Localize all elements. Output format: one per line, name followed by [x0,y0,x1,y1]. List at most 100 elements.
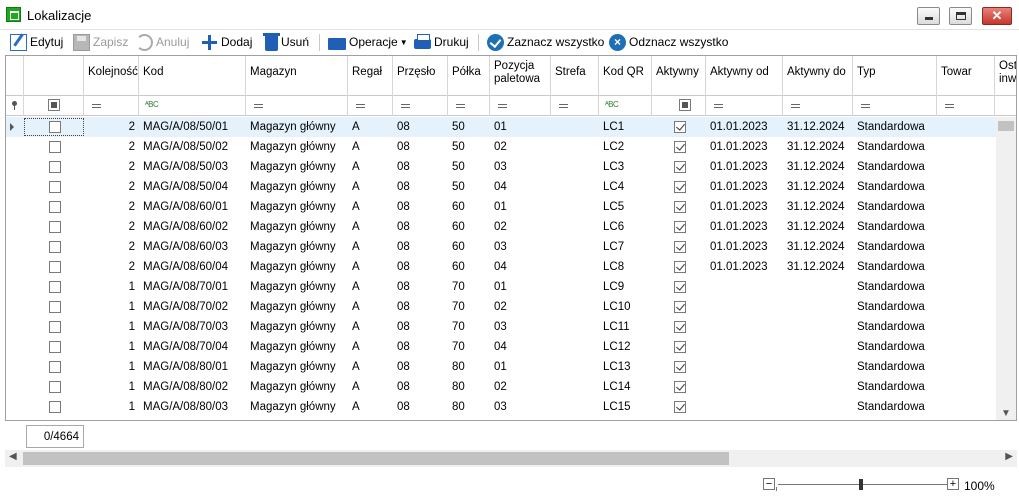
table-row[interactable]: 1 MAG/A/08/70/02 Magazyn główny A 08 70 02 LC10… [6,297,996,317]
filter-rack[interactable] [348,96,393,116]
zoom-out-button[interactable]: − [763,478,775,490]
table-row[interactable]: 2 MAG/A/08/60/04 Magazyn główny A 08 60 04 LC8 0… [6,257,996,277]
filter-pin-cell[interactable] [6,96,24,116]
table-row[interactable]: 1 MAG/A/08/70/04 Magazyn główny A 08 70 04 LC12… [6,337,996,357]
scroll-down-arrow-icon[interactable]: ▼ [1001,408,1011,419]
filter-order[interactable] [84,96,139,116]
table-row[interactable]: 2 MAG/A/08/50/03 Magazyn główny A 08 50 03 LC3 0… [6,157,996,177]
filter-last-inventory[interactable] [995,96,1016,116]
row-select-checkbox[interactable] [49,281,61,293]
filter-active-from[interactable] [706,96,783,116]
active-checkbox[interactable] [674,181,686,193]
row-select-checkbox[interactable] [49,241,61,253]
table-row[interactable]: 2 MAG/A/08/60/03 Magazyn główny A 08 60 03 LC7 0… [6,237,996,257]
active-checkbox[interactable] [674,201,686,213]
table-row[interactable]: 1 MAG/A/08/80/02 Magazyn główny A 08 80 02 LC14… [6,377,996,397]
table-row[interactable]: 1 MAG/A/08/70/03 Magazyn główny A 08 70 03 LC11… [6,317,996,337]
zoom-in-button[interactable]: + [947,478,959,490]
column-header-active-to[interactable]: Aktywny do [783,56,853,96]
row-select-checkbox[interactable] [49,221,61,233]
filter-active-to[interactable] [783,96,853,116]
row-select-checkbox[interactable] [49,401,61,413]
filter-active[interactable] [652,96,706,116]
column-header-qr-code[interactable]: Kod QR [599,56,652,96]
filter-warehouse[interactable] [246,96,348,116]
row-select-checkbox[interactable] [49,361,61,373]
scroll-right-arrow-icon[interactable]: ▶ [1005,451,1013,462]
row-select-checkbox[interactable] [49,261,61,273]
row-select-checkbox[interactable] [49,301,61,313]
zoom-slider-track[interactable] [778,484,950,485]
close-window-button[interactable]: ✕ [982,7,1012,25]
filter-item[interactable] [937,96,995,116]
filter-pallet-position[interactable] [490,96,551,116]
table-row[interactable]: 2 MAG/A/08/50/02 Magazyn główny A 08 50 02 LC2 0… [6,137,996,157]
column-header-aisle[interactable]: Przęsło [393,56,448,96]
table-row[interactable]: 1 MAG/A/08/70/01 Magazyn główny A 08 70 01 LC9 S… [6,277,996,297]
active-checkbox[interactable] [674,261,686,273]
column-header-active[interactable]: Aktywny [652,56,706,96]
column-header-shelf[interactable]: Półka [448,56,490,96]
maximize-button[interactable] [949,7,972,25]
edit-button[interactable]: Edytuj [10,32,63,52]
row-select-checkbox[interactable] [49,121,61,133]
add-button[interactable]: Dodaj [201,32,252,52]
column-header-last-inventory[interactable]: Ost. inw. [995,56,1016,96]
active-checkbox[interactable] [674,141,686,153]
row-select-checkbox[interactable] [49,141,61,153]
table-row[interactable]: 2 MAG/A/08/50/01 Magazyn główny A 08 50 01 LC1 0… [6,117,996,137]
active-checkbox[interactable] [674,161,686,173]
active-checkbox[interactable] [674,381,686,393]
table-row[interactable]: 1 MAG/A/08/80/01 Magazyn główny A 08 80 01 LC13… [6,357,996,377]
column-header-code[interactable]: Kod [139,56,246,96]
column-header-active-from[interactable]: Aktywny od [706,56,783,96]
column-header-order[interactable]: Kolejność [84,56,139,96]
column-header-pallet-position[interactable]: Pozycja paletowa [490,56,551,96]
table-row[interactable]: 2 MAG/A/08/60/02 Magazyn główny A 08 60 02 LC6 0… [6,217,996,237]
column-header-warehouse[interactable]: Magazyn [246,56,348,96]
active-checkbox[interactable] [674,241,686,253]
select-all-button[interactable]: Zaznacz wszystko [487,32,604,52]
filter-select-all-cell[interactable] [24,96,84,116]
save-button[interactable]: Zapisz [73,32,128,52]
active-checkbox[interactable] [674,401,686,413]
filter-zone[interactable] [551,96,599,116]
scroll-left-arrow-icon[interactable]: ◀ [9,451,17,462]
active-checkbox[interactable] [674,221,686,233]
filter-qr-code[interactable]: ᴬBC [599,96,652,116]
horizontal-scrollbar[interactable]: ◀ ▶ [5,450,1017,467]
header-select[interactable] [24,56,84,96]
locations-grid[interactable]: Kolejność Kod Magazyn Regał Przęsło Półk… [5,55,1017,421]
active-checkbox[interactable] [674,341,686,353]
active-checkbox[interactable] [674,281,686,293]
operations-menu-button[interactable]: Operacje ▼ [328,32,408,52]
vertical-scroll-thumb[interactable] [998,121,1014,131]
filter-type[interactable] [853,96,937,116]
horizontal-scroll-thumb[interactable] [23,452,729,465]
row-select-checkbox[interactable] [49,161,61,173]
zoom-slider-thumb[interactable] [859,479,863,490]
row-select-checkbox[interactable] [49,321,61,333]
row-select-checkbox[interactable] [49,201,61,213]
column-header-zone[interactable]: Strefa [551,56,599,96]
column-header-rack[interactable]: Regał [348,56,393,96]
cancel-button[interactable]: Anuluj [136,32,189,52]
row-select-checkbox[interactable] [49,181,61,193]
table-row[interactable]: 1 MAG/A/08/80/03 Magazyn główny A 08 80 03 LC15… [6,397,996,417]
header-select-all-checkbox[interactable] [48,99,60,111]
table-row[interactable]: 2 MAG/A/08/60/01 Magazyn główny A 08 60 01 LC5 0… [6,197,996,217]
column-header-type[interactable]: Typ [853,56,937,96]
row-select-checkbox[interactable] [49,381,61,393]
active-checkbox[interactable] [674,121,686,133]
active-checkbox[interactable] [674,301,686,313]
vertical-scrollbar[interactable]: ▼ [996,117,1016,420]
minimize-button[interactable] [917,7,940,25]
active-checkbox[interactable] [674,321,686,333]
delete-button[interactable]: Usuń [263,32,309,52]
filter-shelf[interactable] [448,96,490,116]
filter-aisle[interactable] [393,96,448,116]
filter-active-checkbox[interactable] [679,99,691,111]
row-select-checkbox[interactable] [49,341,61,353]
print-button[interactable]: Drukuj [414,32,469,52]
column-header-item[interactable]: Towar [937,56,995,96]
